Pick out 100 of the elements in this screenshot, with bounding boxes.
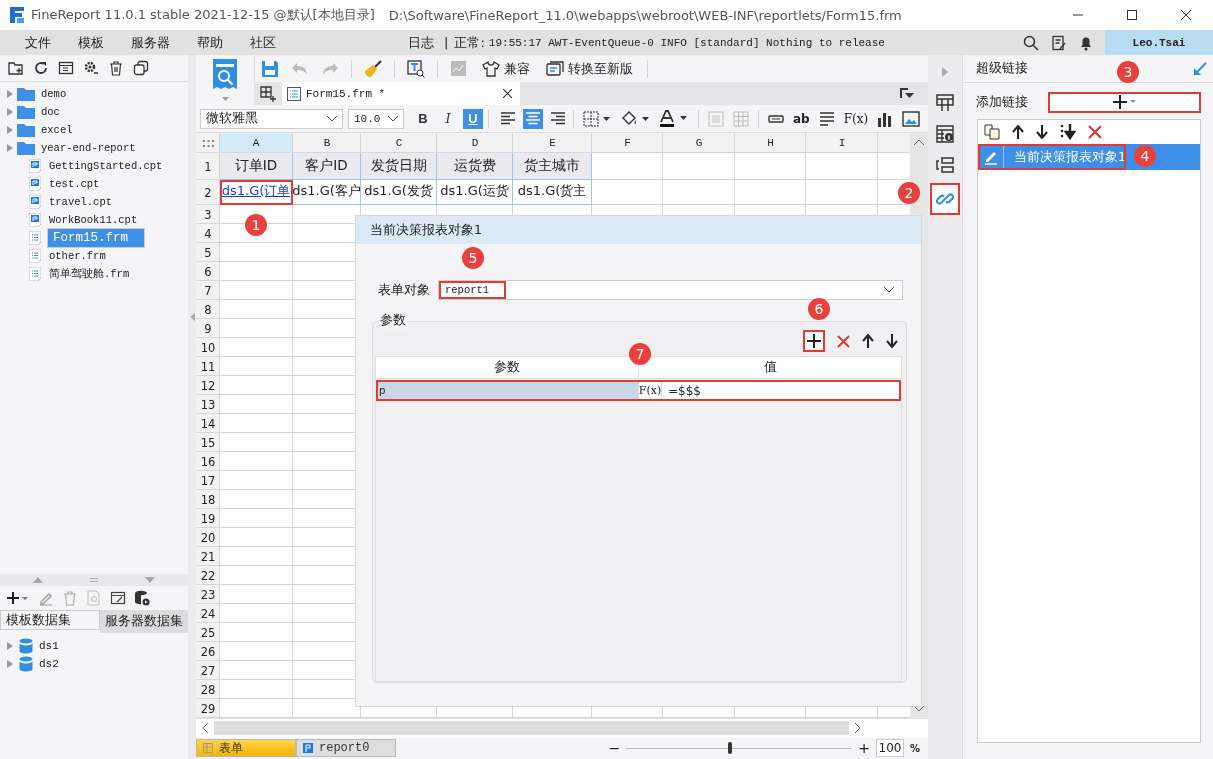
row-number[interactable]: 23 — [196, 585, 220, 605]
delete-icon[interactable] — [1088, 125, 1102, 139]
merge-cells-icon[interactable] — [708, 110, 724, 127]
arrow-down-icon[interactable] — [886, 334, 898, 349]
brush-icon[interactable] — [364, 59, 382, 78]
expand-arrow-icon[interactable] — [7, 90, 13, 98]
row-number[interactable]: 8 — [196, 300, 220, 320]
font-size-select[interactable]: 10.0 — [348, 108, 404, 129]
file-item[interactable]: WorkBook11.cpt — [47, 213, 140, 227]
compat-button[interactable]: 兼容 — [480, 59, 532, 78]
param-value-cell[interactable]: =$$$ — [662, 380, 701, 402]
copy-icon[interactable] — [133, 60, 149, 76]
column-header[interactable]: B — [293, 133, 361, 154]
dataset-tab[interactable]: 服务器数据集 — [100, 610, 188, 633]
border-icon[interactable] — [583, 110, 611, 127]
row-number[interactable]: 13 — [196, 395, 220, 415]
menu-item[interactable]: 社区 — [250, 33, 276, 52]
form-preview-icon[interactable] — [212, 59, 238, 91]
column-header[interactable]: H — [735, 133, 806, 154]
file-item[interactable]: excel — [39, 123, 75, 137]
scroll-thumb[interactable] — [214, 721, 849, 736]
expand-arrow-icon[interactable] — [7, 642, 13, 650]
row-number[interactable]: 6 — [196, 262, 220, 282]
row-number[interactable]: 25 — [196, 623, 220, 643]
dataset-tab[interactable]: 模板数据集 — [0, 610, 100, 630]
database-icon[interactable] — [134, 590, 150, 606]
dataset-item[interactable]: ds1 — [39, 640, 59, 652]
dataset-item[interactable]: ds2 — [39, 658, 59, 670]
sheet-tab[interactable]: report0 — [296, 739, 396, 758]
scroll-up-icon[interactable] — [914, 139, 924, 146]
add-link-button[interactable] — [1048, 91, 1201, 113]
arrow-down-icon[interactable] — [1036, 125, 1048, 139]
row-number[interactable]: 4 — [196, 224, 220, 244]
row-number[interactable]: 29 — [196, 699, 220, 719]
bar-chart-icon[interactable] — [877, 110, 894, 127]
zoom-out-button[interactable]: − — [608, 740, 621, 757]
move-down-icon[interactable] — [1060, 124, 1076, 140]
grip-icon[interactable] — [90, 578, 98, 582]
row-number[interactable]: 20 — [196, 528, 220, 548]
row-number[interactable]: 26 — [196, 642, 220, 662]
menu-item[interactable]: 帮助 — [197, 33, 223, 52]
expand-arrow-icon[interactable] — [7, 108, 13, 116]
pencil-icon[interactable] — [982, 149, 999, 165]
text-field-icon[interactable] — [768, 113, 784, 124]
file-item[interactable]: other.frm — [47, 249, 108, 263]
column-header[interactable]: G — [663, 133, 735, 154]
link-tool-button[interactable] — [930, 183, 960, 215]
close-icon[interactable] — [503, 89, 512, 98]
zoom-field[interactable]: 100 — [875, 739, 904, 758]
row-number[interactable]: 12 — [196, 376, 220, 396]
sheet-tab[interactable]: 表单 — [196, 739, 296, 758]
tab-menu-icon[interactable] — [900, 87, 914, 100]
row-number[interactable]: 10 — [196, 338, 220, 358]
row-number[interactable]: 18 — [196, 490, 220, 510]
column-header[interactable]: D — [437, 133, 513, 154]
row-number[interactable]: 21 — [196, 547, 220, 567]
align-center-button[interactable] — [523, 108, 543, 129]
font-select[interactable]: 微软雅黑 — [200, 108, 343, 129]
text-search-icon[interactable] — [407, 59, 425, 78]
expand-arrow-icon[interactable] — [7, 144, 13, 152]
expand-arrow-icon[interactable] — [7, 126, 13, 134]
search-icon[interactable] — [1023, 34, 1039, 51]
row-number[interactable]: 15 — [196, 433, 220, 453]
edit-table-icon[interactable] — [110, 590, 126, 606]
row-number[interactable]: 28 — [196, 680, 220, 700]
zoom-in-button[interactable]: + — [858, 740, 870, 757]
row-number[interactable]: 16 — [196, 452, 220, 472]
add-dataset-icon[interactable] — [6, 591, 30, 605]
menu-item[interactable]: 服务器 — [131, 33, 170, 52]
caret-icon[interactable] — [221, 97, 229, 101]
horizontal-scrollbar[interactable] — [196, 718, 928, 738]
column-header[interactable]: A — [220, 133, 293, 154]
file-item[interactable]: travel.cpt — [47, 195, 114, 209]
refresh-icon[interactable] — [33, 60, 49, 76]
notes-icon[interactable] — [1051, 34, 1067, 51]
row-number[interactable]: 19 — [196, 509, 220, 529]
row-number[interactable]: 7 — [196, 281, 220, 301]
row-number[interactable]: 11 — [196, 357, 220, 377]
row-number[interactable]: 14 — [196, 414, 220, 434]
column-header[interactable]: I — [806, 133, 878, 154]
image-icon[interactable] — [902, 110, 921, 127]
close-icon[interactable] — [1180, 9, 1192, 21]
add-button[interactable] — [803, 330, 825, 353]
delete-icon[interactable] — [837, 334, 850, 348]
text-style-button[interactable]: B — [413, 108, 433, 129]
convert-button[interactable]: 转换至新版 — [544, 59, 635, 78]
file-item[interactable]: 简单驾驶舱.frm — [47, 266, 132, 282]
column-header[interactable]: C — [361, 133, 437, 154]
row-number[interactable]: 17 — [196, 471, 220, 491]
document-tab[interactable]: Form15.frm * — [282, 82, 520, 105]
row-number[interactable]: 27 — [196, 661, 220, 681]
menu-item[interactable]: 模板 — [78, 33, 104, 52]
collapse-arrow-icon[interactable] — [1193, 61, 1207, 76]
gear-icon[interactable] — [83, 60, 99, 76]
slider-thumb[interactable] — [728, 742, 733, 755]
row-number[interactable]: 3 — [196, 205, 220, 225]
save-icon[interactable] — [261, 59, 279, 78]
fill-color-icon[interactable] — [620, 110, 650, 127]
arrow-up-icon[interactable] — [1012, 125, 1024, 139]
row-number[interactable]: 1 — [196, 153, 220, 181]
